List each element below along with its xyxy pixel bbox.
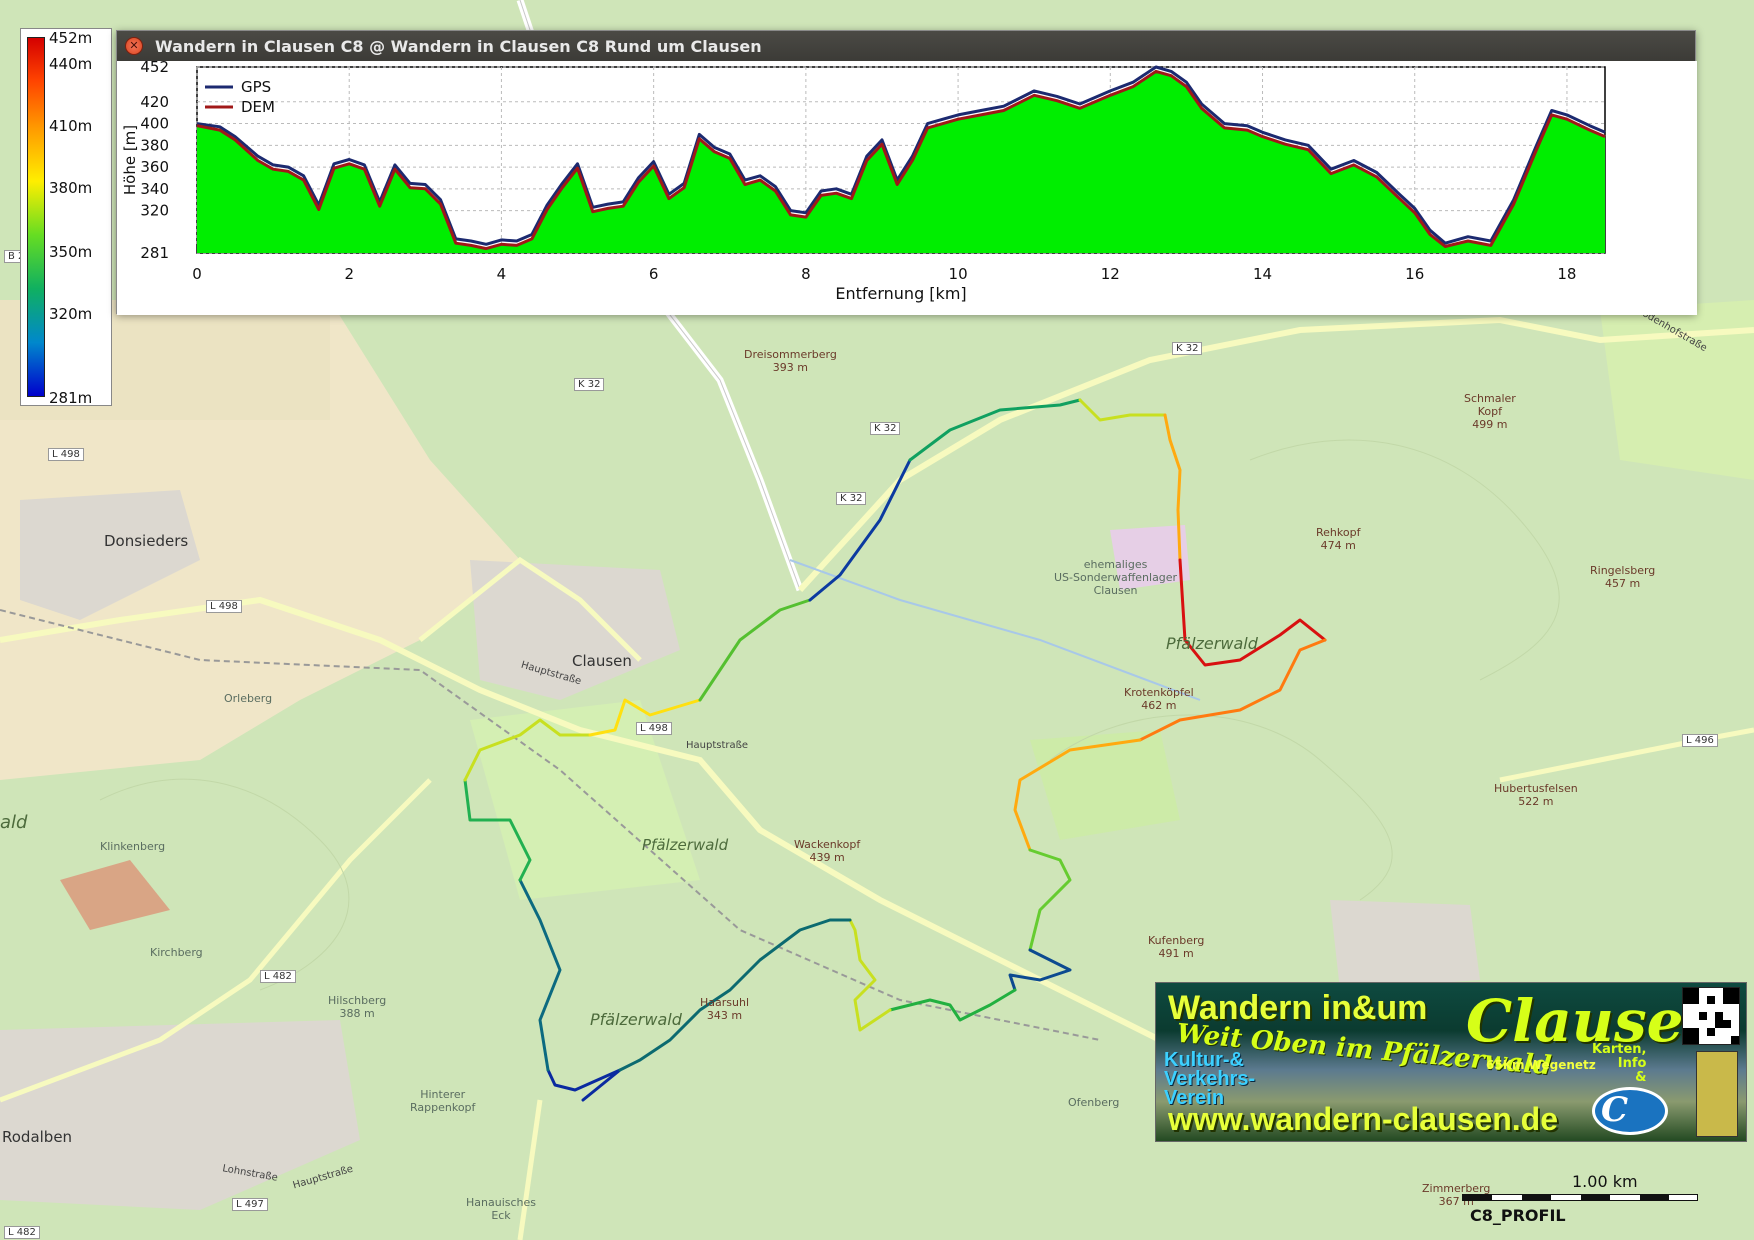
peak-label: Haarsuhl 343 m [700, 996, 750, 1022]
road-label: L 498 [206, 600, 242, 613]
profile-svg: 452 420 400 380 360 340 320 281 0 2 4 6 8 10 12 14 16 18 G… [121, 61, 1606, 303]
peak-label: Wackenkopf 439 m [794, 838, 861, 864]
road-label: L 498 [636, 722, 672, 735]
x-tick-label: 2 [344, 265, 354, 283]
peak-label: Krotenköpfel 462 m [1124, 686, 1194, 712]
close-icon[interactable]: ✕ [125, 37, 143, 55]
legend-tick: 380m [49, 179, 93, 197]
legend-tick: 440m [49, 55, 93, 73]
town-label: Rodalben [2, 1128, 73, 1146]
wandern-clausen-logo: Wandern in&um Clausen Weit Oben im Pfälz… [1155, 982, 1747, 1142]
x-axis-label: Entfernung [km] [835, 284, 966, 303]
elevation-profile-chart: 452 420 400 380 360 340 320 281 0 2 4 6 8 10 12 14 16 18 G… [117, 61, 1697, 315]
peak-label: Schmaler Kopf 499 m [1464, 392, 1516, 431]
window-title: Wandern in Clausen C8 @ Wandern in Claus… [155, 36, 762, 56]
quarry-area [60, 860, 170, 930]
x-tick-label: 10 [949, 265, 968, 283]
road-label: L 482 [260, 970, 296, 983]
scale-label: 1.00 km [1572, 1172, 1638, 1191]
legend-label-gps: GPS [241, 78, 271, 96]
road-label: K 32 [1172, 342, 1203, 355]
road-label: K 32 [574, 378, 605, 391]
x-tick-label: 6 [649, 265, 659, 283]
legend-tick: 410m [49, 117, 93, 135]
peak-label: Kufenberg 491 m [1148, 934, 1205, 960]
qr-pattern [1683, 988, 1739, 1044]
place-label: Kirchberg [150, 946, 203, 959]
profile-caption: C8_PROFIL [1470, 1206, 1566, 1225]
scale-bar [1462, 1194, 1698, 1201]
legend-label-dem: DEM [241, 98, 275, 116]
peak-label: Rehkopf 474 m [1316, 526, 1361, 552]
y-tick-label: 281 [140, 244, 169, 262]
x-tick-label: 16 [1405, 265, 1424, 283]
place-label: Hanauisches Eck [466, 1196, 537, 1222]
place-label: Ofenberg [1068, 1096, 1120, 1109]
y-tick-label: 320 [140, 202, 169, 220]
height-color-legend: 452m 440m 410m 380m 350m 320m 281m [20, 28, 112, 407]
town-label: Donsieders [104, 532, 189, 550]
forest-label: Pfälzerwald [1166, 634, 1258, 653]
x-tick-label: 12 [1101, 265, 1120, 283]
y-tick-label: 380 [140, 136, 169, 154]
peak-label: Ringelsberg 457 m [1590, 564, 1656, 590]
y-tick-label: 452 [140, 61, 169, 76]
forest-label: Pfälzerwald [590, 1010, 682, 1029]
legend-tick: 320m [49, 305, 93, 323]
window-titlebar[interactable]: ✕ Wandern in Clausen C8 @ Wandern in Cla… [117, 31, 1695, 61]
place-label: Hinterer Rappenkopf [410, 1088, 476, 1114]
road-label: K 32 [836, 492, 867, 505]
peak-label: Dreisommerberg 393 m [744, 348, 837, 374]
peak-label: Hubertusfelsen 522 m [1494, 782, 1578, 808]
logo-url: www.wandern-clausen.de [1168, 1101, 1559, 1137]
y-axis-label: Höhe [m] [121, 125, 139, 195]
road-label: L 497 [232, 1198, 268, 1211]
x-tick-label: 8 [801, 265, 811, 283]
x-tick-label: 0 [192, 265, 202, 283]
place-label: Orleberg [224, 692, 273, 705]
forest-label: Pfälzerwald [642, 836, 729, 854]
town-label: Clausen [572, 652, 632, 670]
road-label: L 482 [4, 1226, 40, 1239]
road-label: K 32 [870, 422, 901, 435]
y-tick-label: 360 [140, 158, 169, 176]
legend-tick: 281m [49, 389, 93, 407]
x-tick-label: 4 [497, 265, 507, 283]
y-tick-label: 420 [140, 93, 169, 111]
place-label: ehemaliges US-Sonderwaffenlager Clausen [1054, 558, 1178, 597]
road-label: L 496 [1682, 734, 1718, 747]
legend-tick: 452m [49, 29, 93, 47]
contour-line [1249, 439, 1560, 681]
logo-network: 65Km Wegenetz [1486, 1058, 1596, 1072]
x-tick-label: 18 [1557, 265, 1576, 283]
legend-tick: 350m [49, 243, 93, 261]
peak-label: Klinkenberg [100, 840, 166, 853]
y-tick-label: 400 [140, 115, 169, 133]
logo-info: Karten, Info & [1592, 1042, 1647, 1085]
logo-club: Kultur-& Verkehrs- Verein [1164, 1049, 1256, 1109]
legend-color-bar [27, 37, 45, 397]
profile-window: ✕ Wandern in Clausen C8 @ Wandern in Cla… [116, 30, 1697, 315]
app-badge-icon [1696, 1051, 1738, 1137]
logo-c-mark: C [1592, 1087, 1668, 1135]
qr-code-icon [1682, 987, 1740, 1045]
forest-label: ald [0, 812, 28, 833]
y-tick-label: 340 [140, 180, 169, 198]
road-label: L 498 [48, 448, 84, 461]
town-area-east [1330, 900, 1480, 990]
street-label: Hauptstraße [686, 740, 749, 751]
peak-label: Hilschberg 388 m [328, 994, 387, 1020]
x-tick-label: 14 [1253, 265, 1272, 283]
